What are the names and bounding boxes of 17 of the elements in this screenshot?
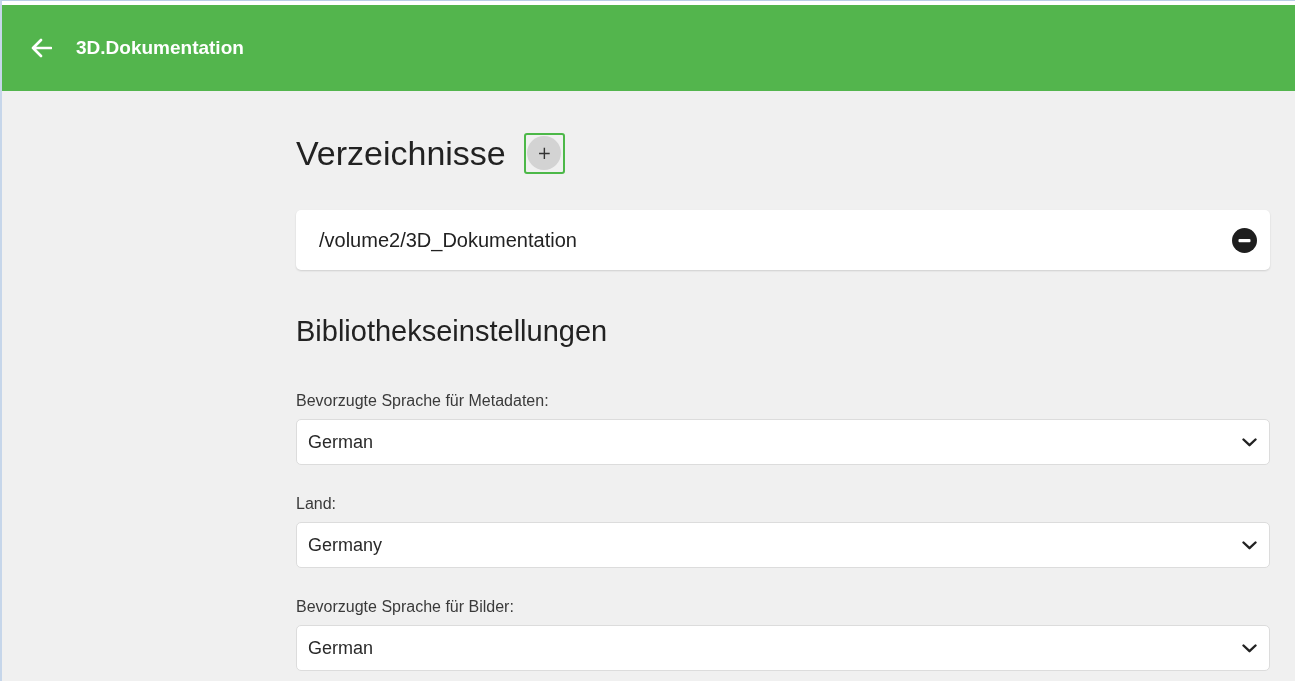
chevron-down-icon	[1242, 540, 1257, 550]
dropdown-select[interactable]: German	[296, 625, 1270, 671]
minus-circle-icon	[1232, 227, 1257, 253]
remove-button[interactable]	[1232, 227, 1257, 253]
dropdown-select[interactable]: Germany	[296, 522, 1270, 568]
arrow-left-icon	[30, 38, 52, 58]
header-title: 3D.Dokumentation	[76, 36, 244, 60]
field-label: Bevorzugte Sprache für Bilder:	[296, 597, 515, 617]
field-label: Land:	[296, 494, 338, 514]
add-button[interactable]: +	[523, 132, 565, 174]
section-title: Verzeichnisse	[296, 133, 506, 173]
chevron-down-icon	[1242, 643, 1257, 653]
directory-path: /volume2/3D_Dokumentation	[319, 228, 577, 252]
dropdown-select[interactable]: German	[296, 419, 1270, 465]
chevron-down-icon	[1242, 437, 1257, 447]
field-label: Bevorzugte Sprache für Metadaten:	[296, 391, 550, 411]
section-title: Bibliothekseinstellungen	[296, 314, 609, 349]
